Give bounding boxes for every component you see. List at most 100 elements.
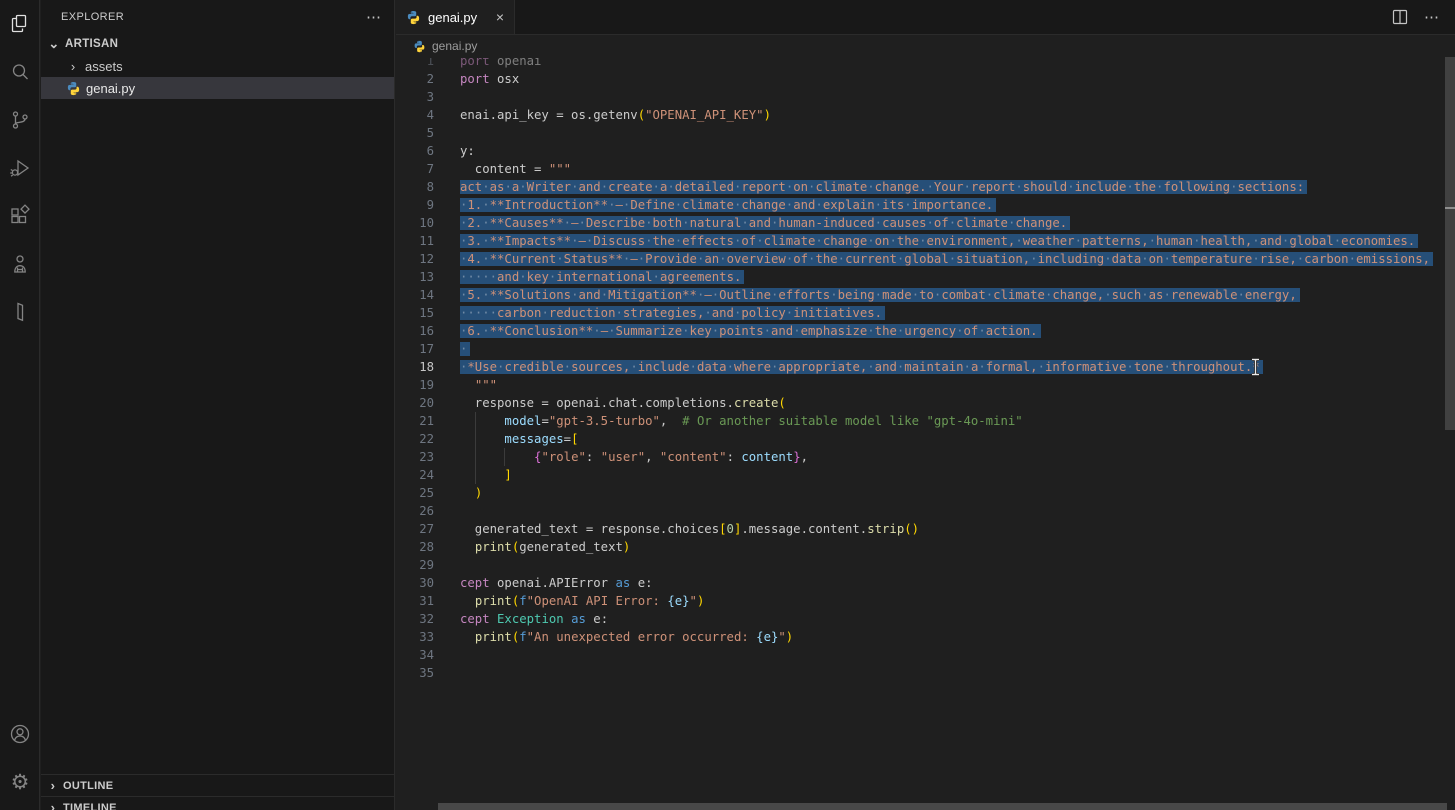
- sidebar-item-genai-py[interactable]: genai.py: [41, 77, 394, 99]
- editor-actions: ⋯: [1392, 0, 1455, 34]
- root-folder-label: ARTISAN: [65, 38, 118, 50]
- folder-label: assets: [85, 59, 123, 74]
- chevron-right-icon: ›: [66, 59, 80, 74]
- code-line[interactable]: 10·2.·**Causes**·—·Describe·both·natural…: [396, 214, 1455, 232]
- search-icon[interactable]: [0, 48, 40, 96]
- python-file-icon: [406, 10, 421, 25]
- code-line[interactable]: 14·5.·**Solutions·and·Mitigation**·—·Out…: [396, 286, 1455, 304]
- code-line[interactable]: 19 """: [396, 376, 1455, 394]
- run-debug-icon[interactable]: [0, 144, 40, 192]
- code-line[interactable]: 35: [396, 664, 1455, 682]
- code-line[interactable]: 33 print(f"An unexpected error occurred:…: [396, 628, 1455, 646]
- code-line[interactable]: 29: [396, 556, 1455, 574]
- code-line[interactable]: 15·····carbon·reduction·strategies,·and·…: [396, 304, 1455, 322]
- sidebar-item-assets[interactable]: › assets: [41, 55, 394, 77]
- line-number: 19: [396, 376, 434, 394]
- line-number: 20: [396, 394, 434, 412]
- code-line[interactable]: 6y:: [396, 142, 1455, 160]
- breadcrumb-file: genai.py: [432, 39, 477, 53]
- line-number: 33: [396, 628, 434, 646]
- explorer-sidebar: EXPLORER ⋯ ⌄ ARTISAN › assets genai.py ›…: [41, 0, 395, 810]
- sidebar-bottom-panels: › OUTLINE › TIMELINE: [41, 774, 394, 810]
- code-line[interactable]: 32cept Exception as e:: [396, 610, 1455, 628]
- tab-close-icon[interactable]: ×: [496, 9, 504, 25]
- code-lines: 1port openai2port osx34enai.api_key = os…: [396, 58, 1455, 682]
- line-number: 32: [396, 610, 434, 628]
- outline-panel-header[interactable]: › OUTLINE: [41, 774, 394, 796]
- split-editor-icon[interactable]: [1392, 9, 1408, 25]
- code-line[interactable]: 17·: [396, 340, 1455, 358]
- line-number: 16: [396, 322, 434, 340]
- breadcrumb[interactable]: genai.py: [396, 35, 1455, 57]
- sidebar-more-actions-icon[interactable]: ⋯: [366, 8, 382, 26]
- tab-genai-py[interactable]: genai.py ×: [396, 0, 515, 34]
- line-number: 14: [396, 286, 434, 304]
- code-line[interactable]: 16·6.·**Conclusion**·—·Summarize·key·poi…: [396, 322, 1455, 340]
- code-line[interactable]: 25 ): [396, 484, 1455, 502]
- line-number: 23: [396, 448, 434, 466]
- code-line[interactable]: 21 model="gpt-3.5-turbo", # Or another s…: [396, 412, 1455, 430]
- line-number: 27: [396, 520, 434, 538]
- activity-bar: ⚙: [0, 0, 40, 810]
- timeline-panel-header[interactable]: › TIMELINE: [41, 796, 394, 810]
- line-number: 5: [396, 124, 434, 142]
- activity-bar-bottom: ⚙: [0, 710, 40, 806]
- code-line[interactable]: 11·3.·**Impacts**·—·Discuss·the·effects·…: [396, 232, 1455, 250]
- code-line[interactable]: 30cept openai.APIError as e:: [396, 574, 1455, 592]
- line-number: 18: [396, 358, 434, 376]
- code-line[interactable]: 34: [396, 646, 1455, 664]
- explorer-icon[interactable]: [0, 0, 40, 48]
- settings-gear-icon[interactable]: ⚙: [0, 758, 40, 806]
- code-line[interactable]: 9·1.·**Introduction**·—·Define·climate·c…: [396, 196, 1455, 214]
- profile-person-icon[interactable]: [0, 240, 40, 288]
- line-number: 2: [396, 70, 434, 88]
- chevron-right-icon: ›: [46, 778, 60, 793]
- code-editor[interactable]: 1port openai2port osx34enai.api_key = os…: [396, 58, 1455, 810]
- horizontal-scrollbar[interactable]: [438, 803, 1447, 810]
- code-line[interactable]: 2port osx: [396, 70, 1455, 88]
- editor-more-actions-icon[interactable]: ⋯: [1424, 8, 1440, 26]
- code-line[interactable]: 24 ]: [396, 466, 1455, 484]
- python-file-icon: [413, 40, 426, 53]
- ibeam-mouse-cursor: [1250, 358, 1261, 381]
- code-line[interactable]: 20 response = openai.chat.completions.cr…: [396, 394, 1455, 412]
- code-line[interactable]: 4enai.api_key = os.getenv("OPENAI_API_KE…: [396, 106, 1455, 124]
- code-line[interactable]: 26: [396, 502, 1455, 520]
- code-line[interactable]: 23 {"role": "user", "content": content},: [396, 448, 1455, 466]
- book-icon[interactable]: [0, 288, 40, 336]
- line-number: 34: [396, 646, 434, 664]
- panel-label: TIMELINE: [63, 802, 117, 810]
- chevron-down-icon: ⌄: [47, 36, 61, 52]
- code-line[interactable]: 8act·as·a·Writer·and·create·a·detailed·r…: [396, 178, 1455, 196]
- line-number: 11: [396, 232, 434, 250]
- line-number: 10: [396, 214, 434, 232]
- code-line[interactable]: 27 generated_text = response.choices[0].…: [396, 520, 1455, 538]
- code-line[interactable]: 18·*Use·credible·sources,·include·data·w…: [396, 358, 1455, 376]
- code-line[interactable]: 1port openai: [396, 58, 1455, 70]
- panel-label: OUTLINE: [63, 780, 113, 792]
- extensions-icon[interactable]: [0, 192, 40, 240]
- code-line[interactable]: 3: [396, 88, 1455, 106]
- source-control-icon[interactable]: [0, 96, 40, 144]
- code-line[interactable]: 28 print(generated_text): [396, 538, 1455, 556]
- vertical-scrollbar[interactable]: [1445, 57, 1455, 430]
- code-line[interactable]: 5: [396, 124, 1455, 142]
- line-number: 22: [396, 430, 434, 448]
- code-line[interactable]: 22 messages=[: [396, 430, 1455, 448]
- line-number: 31: [396, 592, 434, 610]
- code-line[interactable]: 31 print(f"OpenAI API Error: {e}"): [396, 592, 1455, 610]
- code-line[interactable]: 7 content = """: [396, 160, 1455, 178]
- code-line[interactable]: 12·4.·**Current·Status**·—·Provide·an·ov…: [396, 250, 1455, 268]
- account-icon[interactable]: [0, 710, 40, 758]
- line-number: 8: [396, 178, 434, 196]
- file-label: genai.py: [86, 81, 135, 96]
- line-number: 4: [396, 106, 434, 124]
- line-number: 6: [396, 142, 434, 160]
- line-number: 25: [396, 484, 434, 502]
- python-file-icon: [66, 81, 81, 96]
- code-line[interactable]: 13·····and·key·international·agreements.: [396, 268, 1455, 286]
- line-number: 9: [396, 196, 434, 214]
- tree-root-artisan[interactable]: ⌄ ARTISAN: [41, 33, 394, 55]
- line-number: 15: [396, 304, 434, 322]
- sidebar-header: EXPLORER ⋯: [41, 0, 394, 33]
